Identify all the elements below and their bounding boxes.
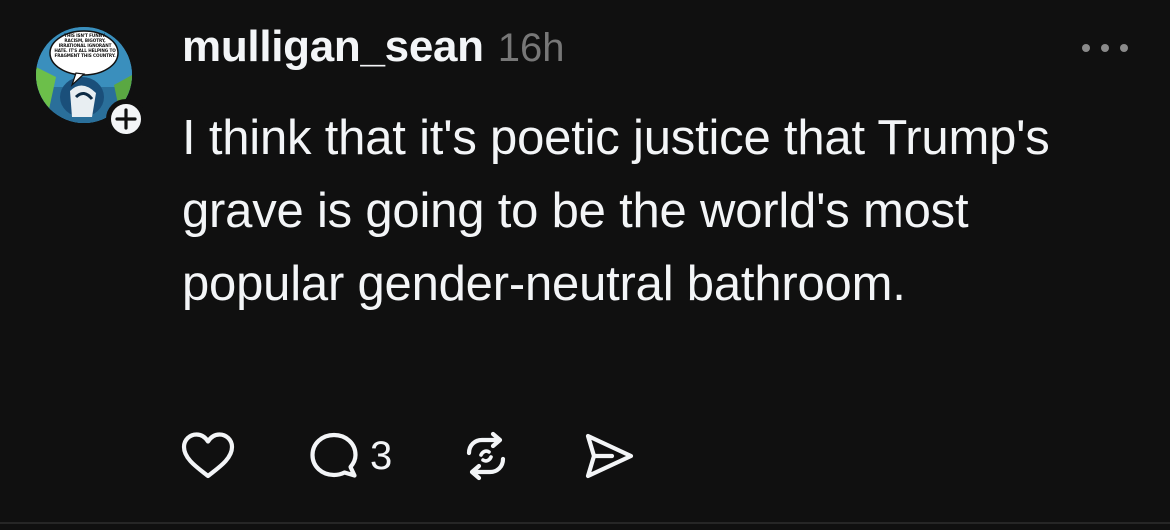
plus-icon [115,108,137,130]
share-button[interactable] [582,431,636,481]
more-icon-dot [1120,44,1128,52]
more-icon [1082,44,1090,52]
thread-post: THIS ISN'T FUNNY. RACISM, BIGOTRY, IRRAT… [0,0,1170,524]
more-options-button[interactable] [1082,36,1128,60]
share-icon [586,433,634,479]
post-timestamp[interactable]: 16h [498,26,565,71]
heart-icon [181,432,235,479]
post-divider [0,522,1170,524]
avatar-container[interactable]: THIS ISN'T FUNNY. RACISM, BIGOTRY, IRRAT… [36,27,146,139]
username-link[interactable]: mulligan_sean [182,22,484,72]
comment-icon [310,432,358,478]
reply-button[interactable]: 3 [308,430,392,482]
post-actions: 3 [180,430,636,482]
like-button[interactable] [180,431,236,481]
repost-icon [467,431,506,481]
post-header: mulligan_sean 16h [182,22,565,82]
reply-count: 3 [370,433,393,478]
more-icon-dot [1101,44,1109,52]
avatar-caption: THIS ISN'T FUNNY. RACISM, BIGOTRY, IRRAT… [54,33,116,58]
repost-button[interactable] [460,430,512,482]
follow-button[interactable] [106,99,146,139]
post-text: I think that it's poetic justice that Tr… [182,111,1050,311]
